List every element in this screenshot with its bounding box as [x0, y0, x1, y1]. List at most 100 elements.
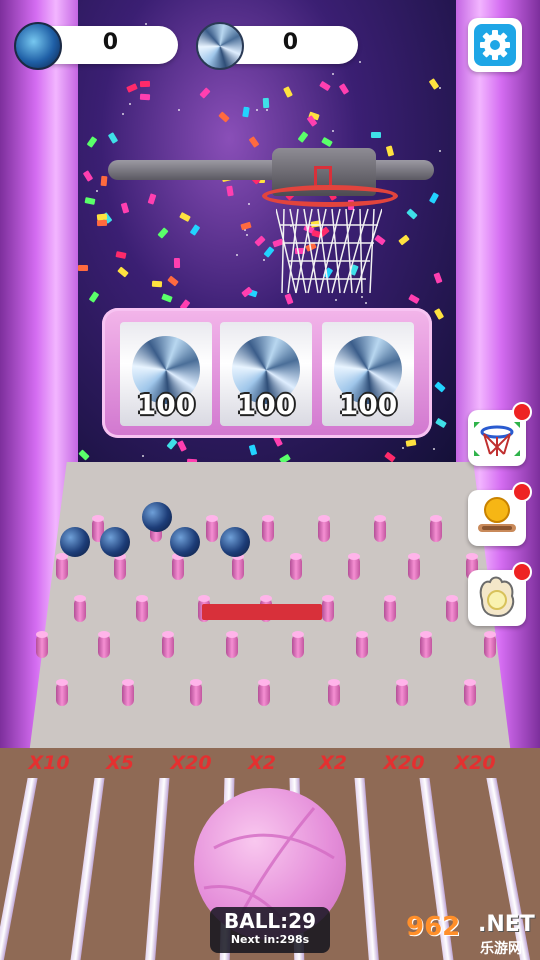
star	[331, 129, 334, 132]
notification-dot	[512, 482, 532, 502]
peg	[98, 631, 110, 658]
confetti-piece	[248, 136, 260, 149]
peg	[348, 553, 360, 580]
peg	[190, 679, 202, 706]
confetti-piece	[429, 77, 440, 90]
multiplier-label: X2	[319, 752, 347, 774]
slot-reel-3: 100	[322, 322, 414, 426]
peg	[136, 595, 148, 622]
confetti-piece	[116, 266, 129, 278]
multiplier-label: X20	[383, 752, 425, 774]
score-right: 0	[282, 30, 298, 55]
confetti-piece	[248, 444, 257, 457]
confetti-piece	[278, 454, 291, 462]
blue-ball-icon	[14, 22, 62, 70]
confetti-piece	[126, 83, 139, 93]
peg	[172, 553, 184, 580]
bouncer-bar	[202, 604, 322, 620]
confetti-piece	[434, 380, 447, 393]
star	[332, 72, 334, 75]
peg	[430, 515, 442, 542]
confetti-piece	[262, 97, 270, 108]
confetti-piece	[147, 192, 157, 205]
slot-reel-2: 100	[220, 322, 312, 426]
peg	[206, 515, 218, 542]
peg	[262, 515, 274, 542]
confetti-piece	[199, 87, 211, 100]
star	[266, 108, 269, 111]
blue-ball	[142, 502, 172, 532]
star	[177, 109, 180, 112]
confetti-piece	[429, 192, 440, 205]
powerup-glove-ball[interactable]	[468, 562, 532, 626]
peg	[258, 679, 270, 706]
star	[263, 259, 266, 262]
confetti-piece	[385, 145, 395, 157]
watermark-logo: 962 .NET 乐游网	[400, 910, 540, 958]
star	[248, 202, 251, 205]
peg	[408, 553, 420, 580]
star	[255, 109, 258, 112]
star	[236, 254, 239, 257]
confetti-piece	[157, 226, 169, 239]
powerup-expand-hoop[interactable]	[468, 402, 532, 466]
peg	[56, 679, 68, 706]
reel-value: 100	[236, 388, 296, 421]
multiplier-label: X5	[106, 752, 134, 774]
watermark-tld: .NET	[478, 912, 535, 937]
game-stage[interactable]: 100 100 100 X10 X5 X20 X2 X2 X20 X20 BAL…	[0, 0, 540, 960]
peg	[396, 679, 408, 706]
confetti-piece	[139, 81, 150, 88]
peg	[74, 595, 86, 622]
peg	[56, 553, 68, 580]
peg	[420, 631, 432, 658]
confetti-piece	[167, 275, 179, 287]
star	[432, 448, 435, 451]
hoop-net	[276, 208, 382, 294]
peg	[162, 631, 174, 658]
multiplier-label: X2	[248, 752, 276, 774]
reel-value: 100	[338, 388, 398, 421]
star	[121, 112, 124, 115]
star	[335, 298, 338, 301]
peg	[36, 631, 48, 658]
confetti-piece	[320, 136, 333, 147]
star	[358, 60, 361, 63]
multiplier-label: X20	[170, 752, 212, 774]
confetti-piece	[297, 131, 309, 144]
peg	[322, 595, 334, 622]
star	[96, 190, 98, 193]
confetti-piece	[78, 265, 89, 272]
confetti-piece	[78, 449, 91, 461]
star	[129, 103, 132, 106]
score-left: 0	[102, 30, 118, 55]
confetti-piece	[96, 213, 108, 221]
watermark-brand: 962	[406, 912, 461, 942]
confetti-piece	[217, 111, 230, 123]
confetti-piece	[226, 185, 234, 197]
peg	[232, 553, 244, 580]
confetti-piece	[435, 417, 448, 428]
star	[402, 447, 405, 450]
confetti-piece	[433, 308, 444, 321]
peg	[484, 631, 496, 658]
star	[439, 150, 442, 153]
multiplier-label: X20	[454, 752, 496, 774]
hoop-track	[108, 160, 434, 180]
confetti-piece	[338, 82, 349, 95]
settings-button[interactable]	[468, 18, 522, 72]
confetti-piece	[115, 251, 127, 260]
confetti-piece	[189, 223, 200, 236]
confetti-piece	[242, 106, 250, 118]
confetti-piece	[179, 212, 191, 222]
confetti-piece	[254, 234, 266, 247]
blue-ball	[220, 527, 250, 557]
powerup-golden-ball[interactable]	[468, 482, 532, 546]
peg	[384, 595, 396, 622]
confetti-piece	[433, 272, 443, 285]
confetti-piece	[283, 86, 294, 98]
peg	[328, 679, 340, 706]
confetti-piece	[108, 131, 119, 144]
confetti-piece	[166, 437, 178, 450]
confetti-piece	[173, 258, 180, 269]
